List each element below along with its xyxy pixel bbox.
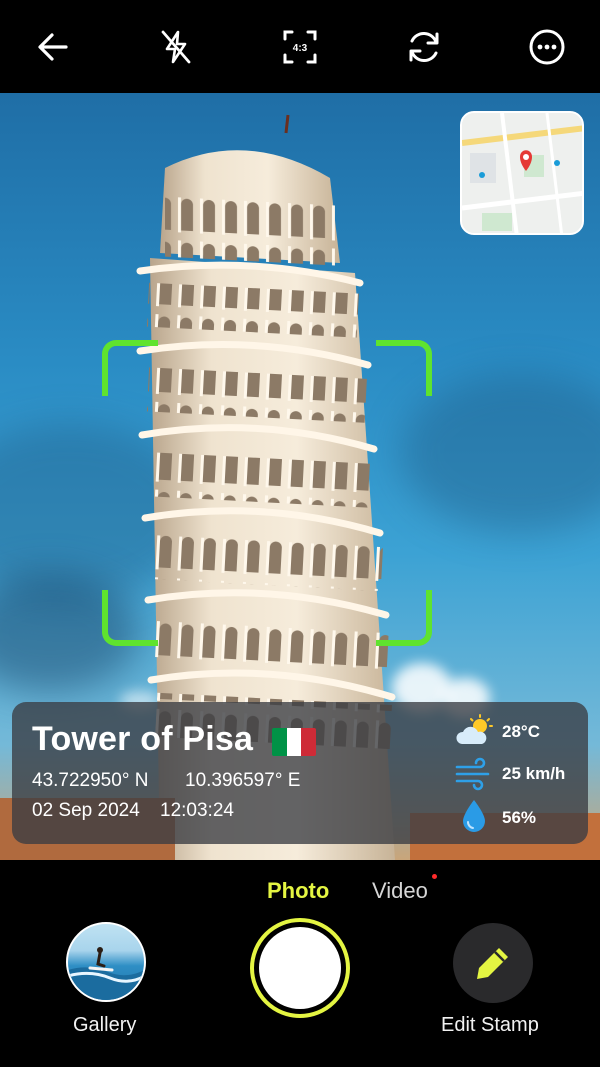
time-text: 12:03:24	[160, 800, 234, 821]
focus-corner-bottom-right	[376, 590, 432, 646]
pencil-icon	[477, 948, 508, 979]
switch-camera-icon	[409, 31, 439, 63]
place-name: Tower of Pisa	[32, 720, 254, 758]
italy-flag-icon	[272, 728, 316, 756]
gallery-thumbnail-image	[68, 947, 144, 1000]
back-button[interactable]	[28, 22, 78, 72]
flash-toggle-button[interactable]	[151, 22, 201, 72]
mode-video-tab[interactable]: Video	[372, 878, 428, 904]
focus-corner-top-left	[102, 340, 158, 396]
wind-speed-value: 25 km/h	[502, 764, 566, 783]
focus-corner-top-right	[376, 340, 432, 396]
back-arrow-icon	[38, 33, 68, 61]
gallery-label: Gallery	[73, 1014, 137, 1036]
location-map-thumbnail[interactable]	[460, 111, 584, 235]
focus-corner-bottom-left	[102, 590, 158, 646]
flash-off-icon	[161, 30, 191, 64]
top-toolbar: 4:3	[0, 0, 600, 93]
location-stamp-card: Tower of Pisa 43.722950° N 10.396597° E …	[12, 702, 588, 844]
more-options-button[interactable]	[522, 22, 572, 72]
longitude-text: 10.396597° E	[185, 770, 301, 791]
aspect-ratio-icon: 4:3	[283, 30, 317, 64]
edit-stamp-label: Edit Stamp	[441, 1014, 539, 1036]
humidity-value: 56%	[502, 808, 537, 827]
wind-icon	[455, 757, 490, 791]
date-text: 02 Sep 2024	[32, 800, 140, 821]
aspect-ratio-text: 4:3	[293, 43, 308, 54]
latitude-text: 43.722950° N	[32, 770, 149, 791]
gallery-button[interactable]	[66, 922, 146, 1002]
camera-controls: Photo Video Gallery Edit Stamp	[0, 860, 600, 1067]
shutter-core	[259, 927, 341, 1009]
more-options-icon	[529, 29, 565, 65]
partly-cloudy-icon	[456, 714, 493, 744]
humidity-drop-icon	[463, 800, 485, 832]
switch-camera-button[interactable]	[399, 22, 449, 72]
shutter-button[interactable]	[250, 918, 350, 1018]
temperature-value: 28°C	[502, 722, 540, 741]
video-notification-dot	[432, 874, 437, 879]
edit-stamp-button[interactable]	[453, 923, 533, 1003]
mode-photo-tab[interactable]: Photo	[267, 878, 329, 904]
aspect-ratio-button[interactable]: 4:3	[275, 22, 325, 72]
